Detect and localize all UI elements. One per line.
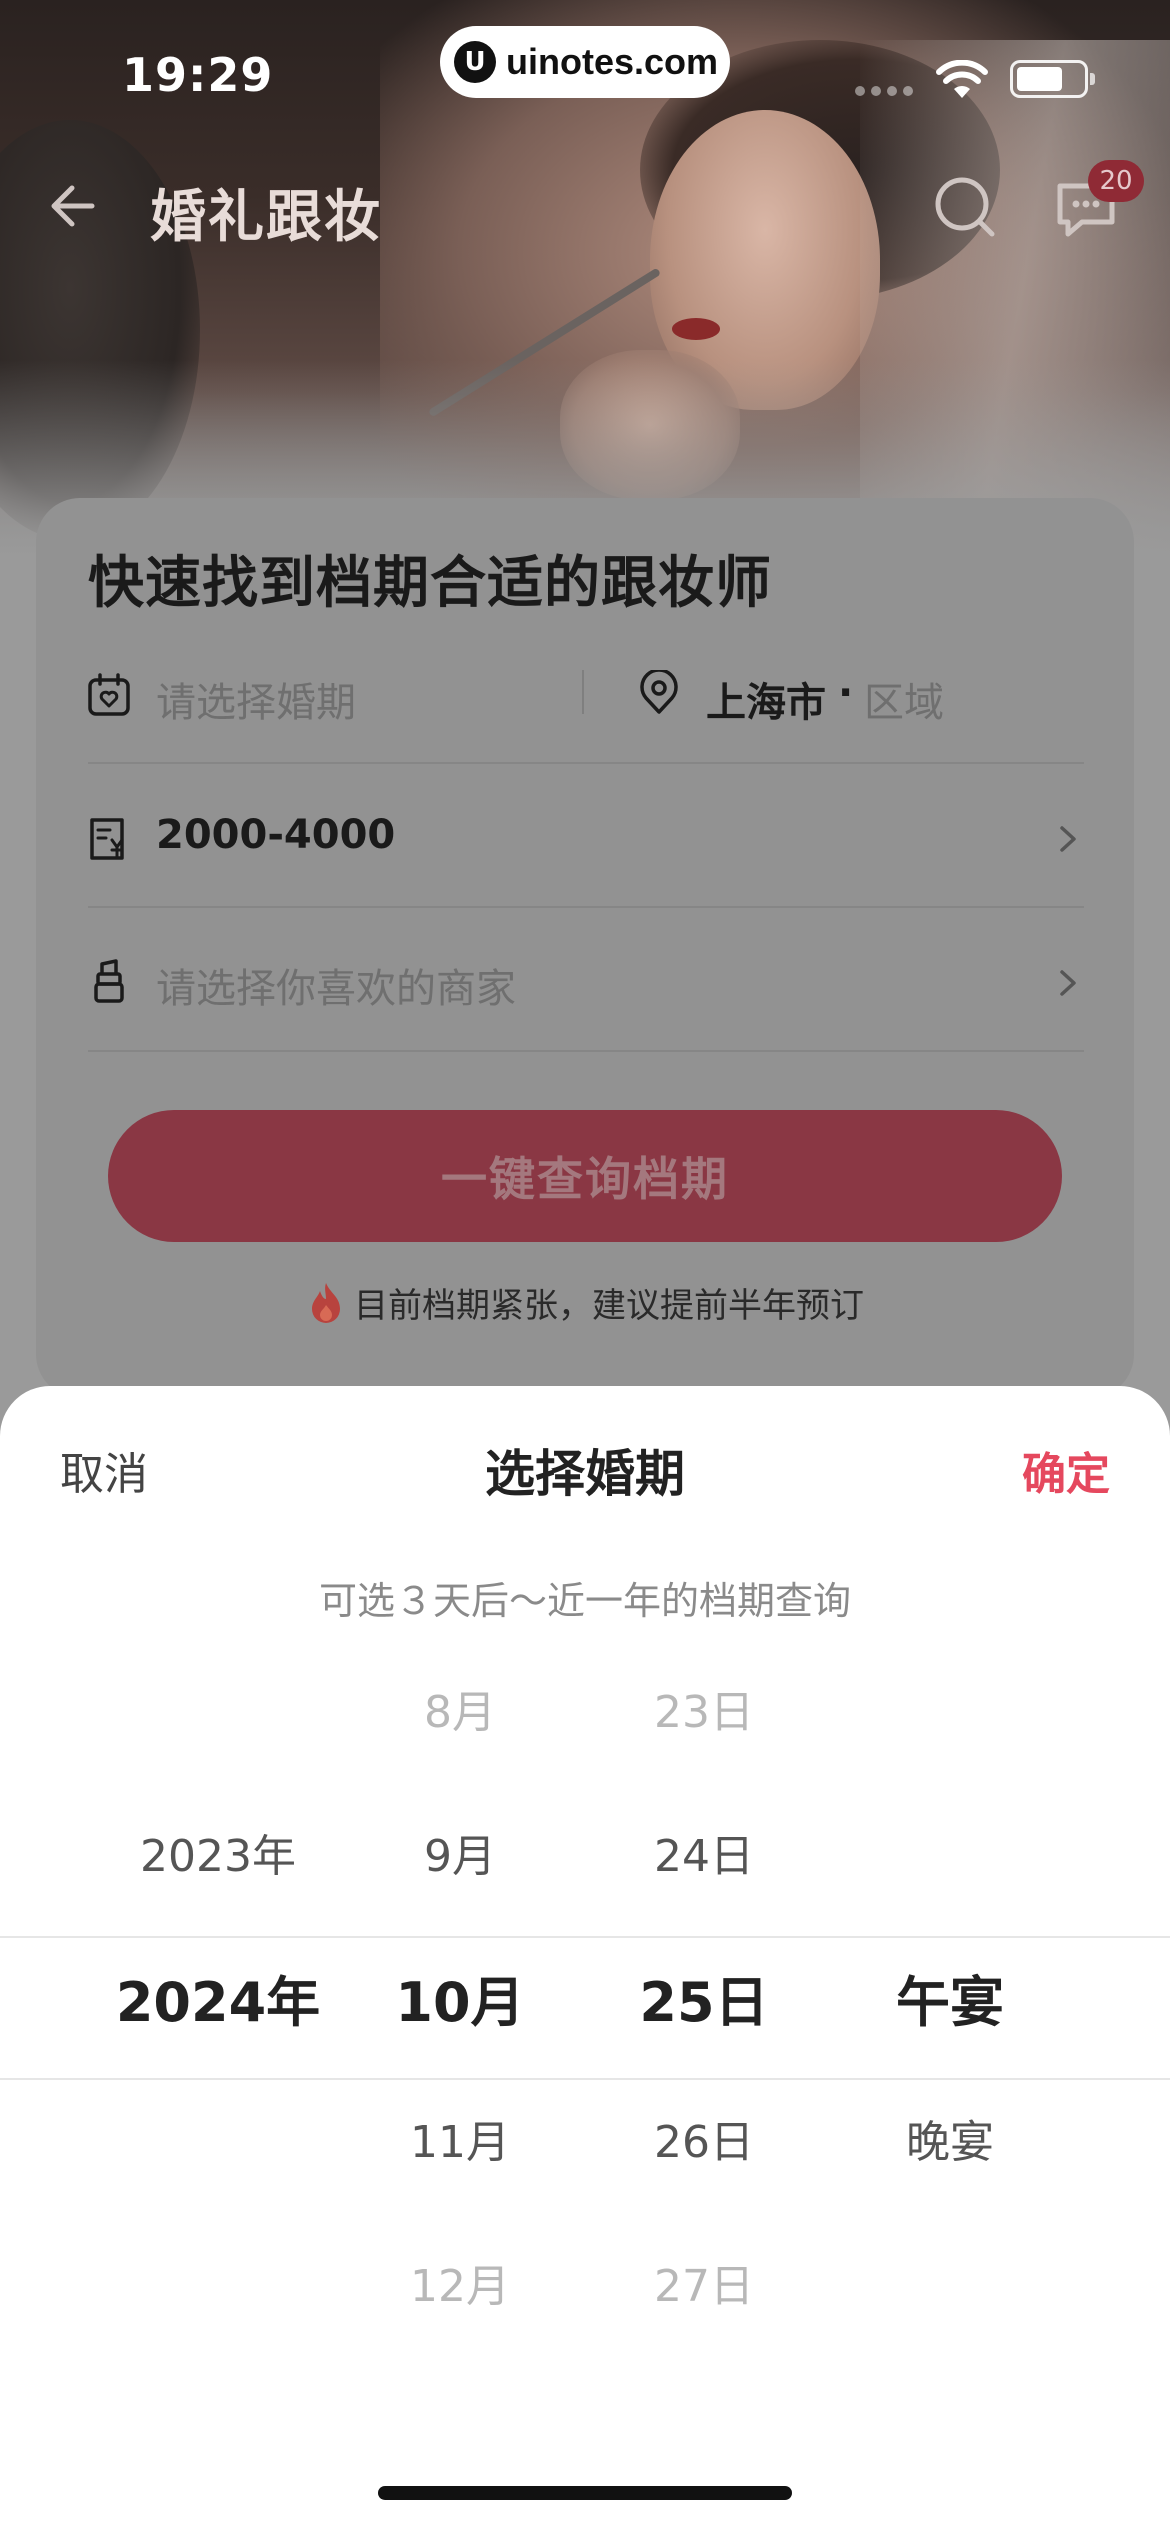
district-field[interactable]: 区域: [864, 670, 944, 728]
lipstick-icon: [94, 959, 124, 1003]
picker-meal-selected[interactable]: 午宴: [830, 1958, 1070, 2037]
divider: [88, 1050, 1084, 1052]
picker-day-option[interactable]: 23日: [584, 1676, 824, 1740]
picker-month-option[interactable]: 11月: [340, 2106, 580, 2170]
picker-month-selected[interactable]: 10月: [340, 1958, 580, 2037]
back-arrow-icon[interactable]: [44, 176, 104, 236]
merchant-field[interactable]: 请选择你喜欢的商家: [156, 956, 516, 1014]
picker-day-selected[interactable]: 25日: [584, 1958, 824, 2037]
location-person-icon: [640, 670, 678, 714]
picker-month-option[interactable]: 9月: [340, 1820, 580, 1884]
picker-year-selected[interactable]: 2024年: [98, 1958, 338, 2037]
url-pill: U uinotes.com: [440, 26, 730, 98]
schedule-tip: 目前档期紧张，建议提前半年预订: [36, 1278, 1134, 1327]
card-title: 快速找到档期合适的跟妆师: [88, 551, 772, 616]
day-wheel[interactable]: 23日 24日 25日 26日 27日: [584, 1676, 824, 2396]
year-wheel[interactable]: 2023年 2024年: [98, 1676, 338, 2396]
search-icon[interactable]: [930, 172, 1000, 242]
message-badge: 20: [1088, 160, 1144, 202]
chevron-right-icon[interactable]: [1052, 824, 1082, 854]
battery-icon: [1010, 60, 1095, 98]
home-indicator: [378, 2486, 792, 2500]
tip-text: 目前档期紧张，建议提前半年预订: [354, 1286, 864, 1326]
budget-field[interactable]: 2000-4000: [156, 812, 395, 858]
chevron-right-icon[interactable]: [1052, 968, 1082, 998]
date-picker-sheet: 取消 选择婚期 确定 可选３天后～近一年的档期查询 2023年 2024年 8月…: [0, 1386, 1170, 2532]
city-field[interactable]: 上海市: [706, 670, 826, 728]
cellular-signal-icon: [855, 86, 915, 96]
budget-icon: [90, 818, 124, 860]
picker-day-option[interactable]: 27日: [584, 2250, 824, 2314]
page-title: 婚礼跟妆: [150, 185, 382, 250]
confirm-button[interactable]: 确定: [1022, 1438, 1110, 1502]
fire-icon: [312, 1282, 340, 1323]
search-card: 快速找到档期合适的跟妆师 请选择婚期 上海市 · 区域 2000-4000 请选…: [36, 498, 1134, 1398]
status-time: 19:29: [122, 48, 274, 102]
uinotes-logo-icon: U: [454, 41, 496, 83]
month-wheel[interactable]: 8月 9月 10月 11月 12月: [340, 1676, 580, 2396]
divider: [88, 906, 1084, 908]
url-text: uinotes.com: [506, 41, 719, 82]
date-range-hint: 可选３天后～近一年的档期查询: [318, 1579, 851, 1623]
wifi-icon: [936, 60, 988, 98]
picker-month-option[interactable]: 12月: [340, 2250, 580, 2314]
divider: [88, 762, 1084, 764]
picker-meal-option[interactable]: 晚宴: [830, 2106, 1070, 2170]
picker-year-option[interactable]: 2023年: [98, 1820, 338, 1884]
date-field[interactable]: 请选择婚期: [156, 670, 356, 728]
cancel-button[interactable]: 取消: [60, 1438, 148, 1502]
calendar-heart-icon: [88, 673, 130, 716]
sheet-title: 选择婚期: [485, 1445, 685, 1503]
picker-day-option[interactable]: 26日: [584, 2106, 824, 2170]
picker-day-option[interactable]: 24日: [584, 1820, 824, 1884]
meal-wheel[interactable]: 午宴 晚宴: [830, 1676, 1070, 2396]
vertical-divider: [582, 670, 584, 714]
picker-month-option[interactable]: 8月: [340, 1676, 580, 1740]
query-schedule-button[interactable]: 一键查询档期: [108, 1110, 1062, 1242]
status-bar: 19:29 U uinotes.com: [0, 0, 1170, 150]
